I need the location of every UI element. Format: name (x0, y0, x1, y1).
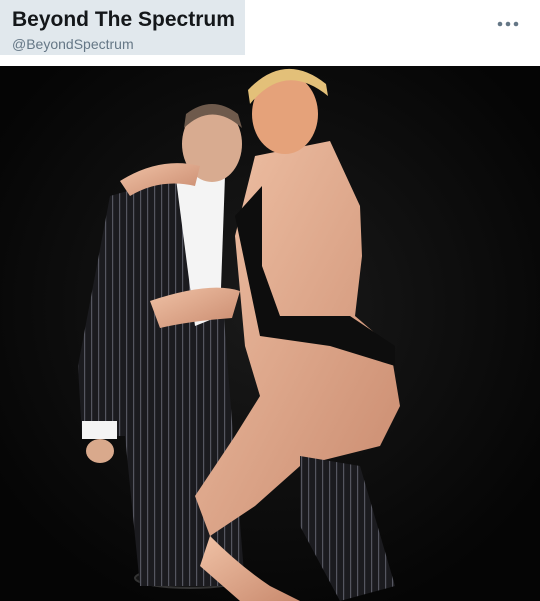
author-handle[interactable]: @BeyondSpectrum (12, 36, 134, 52)
photo-illustration (0, 66, 540, 601)
tweet-photo[interactable] (0, 66, 540, 601)
more-options-button[interactable] (494, 12, 522, 36)
tweet-header: Beyond The Spectrum @BeyondSpectrum (0, 0, 540, 62)
author-display-name[interactable]: Beyond The Spectrum (12, 8, 235, 32)
more-horizontal-icon (497, 21, 519, 27)
tweet-card: Beyond The Spectrum @BeyondSpectrum (0, 0, 540, 601)
author-block[interactable]: Beyond The Spectrum @BeyondSpectrum (0, 0, 245, 55)
